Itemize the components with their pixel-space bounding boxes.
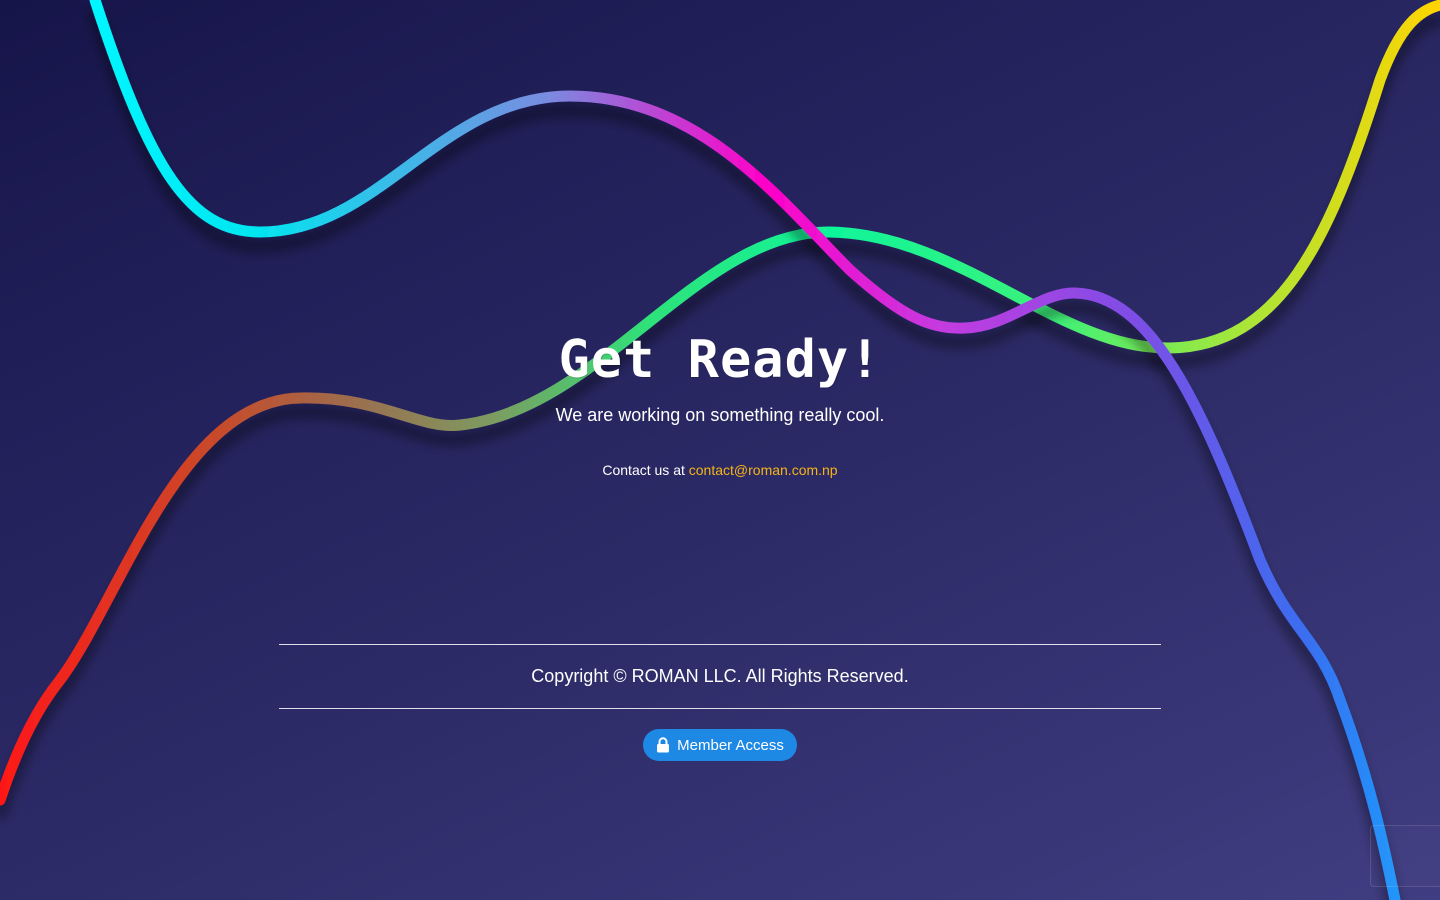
lock-icon [656, 737, 670, 753]
member-access-label: Member Access [677, 736, 784, 754]
corner-badge-widget[interactable] [1370, 825, 1440, 887]
footer-divider-bottom [279, 708, 1161, 709]
footer-divider-top [279, 644, 1161, 645]
contact-prefix: Contact us at [602, 462, 689, 478]
contact-line: Contact us at contact@roman.com.np [0, 462, 1440, 478]
coming-soon-panel: Get Ready! We are working on something r… [0, 0, 1440, 900]
contact-email-link[interactable]: contact@roman.com.np [689, 462, 838, 478]
member-access-button[interactable]: Member Access [643, 729, 797, 761]
page-title: Get Ready! [558, 330, 882, 390]
tagline: We are working on something really cool. [555, 405, 885, 425]
copyright-text: Copyright © ROMAN LLC. All Rights Reserv… [531, 666, 909, 686]
